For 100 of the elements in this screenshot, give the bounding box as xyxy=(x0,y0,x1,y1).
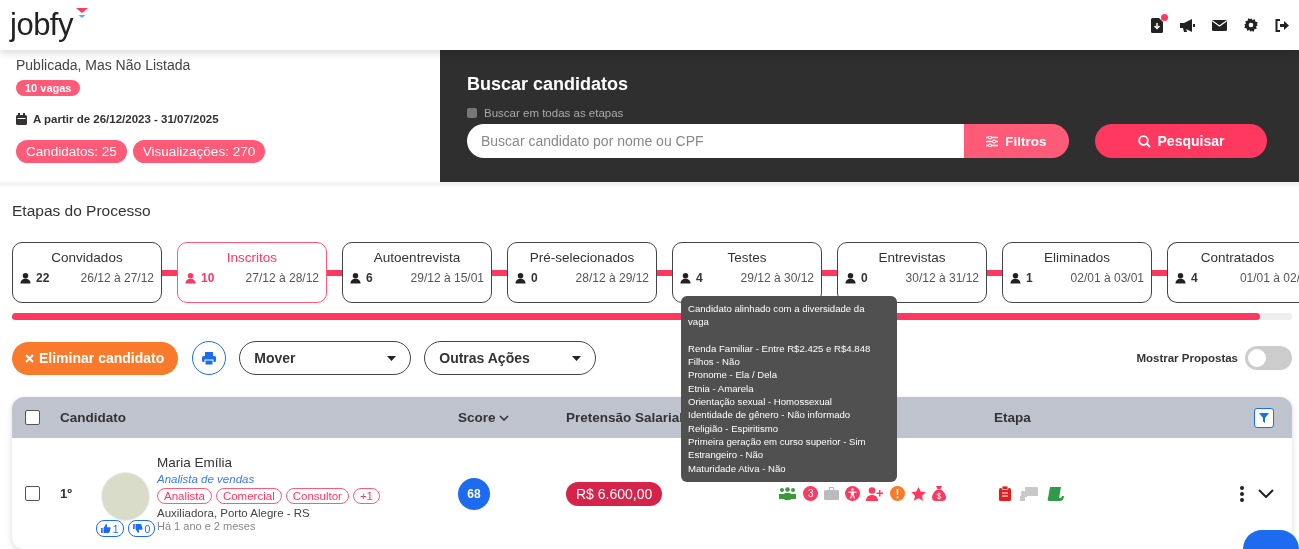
stage-dates: 26/12 à 27/12 xyxy=(80,271,154,285)
tooltip-line: Etnia - Amarela xyxy=(688,381,755,396)
stage-dates: 30/12 à 31/12 xyxy=(905,271,979,285)
stage-card[interactable]: Pré-selecionados 0 28/12 à 29/12 xyxy=(507,242,657,303)
like-button[interactable]: 1 xyxy=(95,520,124,537)
section-title: Etapas do Processo xyxy=(12,202,152,220)
search-icon xyxy=(1137,134,1151,148)
chevron-down-icon xyxy=(498,414,509,421)
score-badge: 68 xyxy=(458,477,490,510)
stage-count: 10 xyxy=(201,271,215,285)
avatar xyxy=(101,472,150,521)
search-title: Buscar candidatos xyxy=(467,74,630,95)
stat-badge: Candidatos: 25 xyxy=(16,140,127,163)
column-header: Etapa xyxy=(994,410,1031,425)
stage-name: Entrevistas xyxy=(877,250,947,265)
stage-count: 4 xyxy=(696,271,703,285)
person-icon xyxy=(20,272,31,284)
search-button[interactable]: Pesquisar xyxy=(1095,124,1267,158)
chevron-down-icon[interactable] xyxy=(1258,489,1274,498)
caret-icon xyxy=(387,355,397,361)
caret-icon xyxy=(572,355,582,361)
openings-badge: 10 vagas xyxy=(16,80,81,96)
stage-dates: 29/12 à 15/01 xyxy=(410,271,484,285)
stage-card[interactable]: Inscritos 10 27/12 à 28/12 xyxy=(177,242,327,303)
scroll-icon[interactable] xyxy=(1047,486,1064,501)
thumbs-down-icon xyxy=(132,524,143,533)
filter-button[interactable] xyxy=(1254,407,1274,428)
filter-icon xyxy=(1259,412,1269,423)
stage-card[interactable]: Eliminados 1 02/01 à 03/01 xyxy=(1002,242,1152,303)
stage-name: Convidados xyxy=(50,250,124,265)
add-user-icon[interactable] xyxy=(866,486,885,501)
stage-count: 1 xyxy=(1026,271,1033,285)
stage-name: Eliminados xyxy=(1043,250,1111,265)
more-options-icon[interactable] xyxy=(1240,485,1244,502)
tooltip-line: Maturidade Ativa - Não xyxy=(688,461,787,475)
stage-dates: 28/12 à 29/12 xyxy=(575,271,649,285)
stage-count: 0 xyxy=(861,271,868,285)
checkbox-label: Buscar em todas as etapas xyxy=(484,107,624,119)
checkbox[interactable] xyxy=(25,410,40,425)
stage-dates: 02/01 à 03/01 xyxy=(1070,271,1144,285)
candidate-time: Há 1 ano e 2 meses xyxy=(157,520,257,532)
logo-text: jobfy xyxy=(10,7,73,43)
person-icon xyxy=(515,272,526,284)
period-text: A partir de 26/12/2023 - 31/07/2025 xyxy=(33,113,219,125)
printer-icon xyxy=(202,351,217,365)
download-file-icon[interactable] xyxy=(1151,17,1163,33)
accessibility-icon[interactable] xyxy=(845,486,861,501)
stage-card[interactable]: Convidados 22 26/12 à 27/12 xyxy=(12,242,162,303)
tooltip-line: Identidade de gênero - Não informado xyxy=(688,408,852,422)
checkbox[interactable] xyxy=(25,486,40,501)
stage-connector xyxy=(492,269,507,276)
checkbox[interactable] xyxy=(467,108,477,118)
star-icon[interactable] xyxy=(911,486,927,501)
column-header[interactable]: Score xyxy=(458,410,509,425)
stage-count: 6 xyxy=(366,271,373,285)
settings-icon[interactable] xyxy=(1244,18,1258,32)
stage-connector xyxy=(162,269,177,276)
sliders-icon xyxy=(986,135,999,147)
megaphone-icon[interactable] xyxy=(1180,18,1195,32)
envelope-icon[interactable] xyxy=(1212,19,1227,31)
column-header: Pretensão Salarial xyxy=(566,410,684,425)
stat-badge: Visualizações: 270 xyxy=(132,140,266,163)
tooltip-heading: Candidato alinhado com a diversidade da vaga xyxy=(688,302,866,329)
candidate-location: Auxiliadora, Porto Alegre - RS xyxy=(157,507,311,519)
person-icon xyxy=(680,272,691,284)
person-icon xyxy=(350,272,361,284)
job-status: Publicada, Mas Não Listada xyxy=(16,57,192,73)
stage-connector xyxy=(822,269,837,276)
stage-count: 4 xyxy=(1191,271,1198,285)
toggle-switch[interactable] xyxy=(1245,346,1292,370)
dislike-button[interactable]: 0 xyxy=(127,520,156,537)
print-button[interactable] xyxy=(192,341,227,375)
person-icon xyxy=(1010,272,1021,284)
move-dropdown[interactable]: Mover xyxy=(239,341,412,375)
person-icon xyxy=(185,272,196,284)
rank-text: 1º xyxy=(60,486,73,501)
stage-name: Pré-selecionados xyxy=(528,250,636,265)
money-bag-icon[interactable] xyxy=(932,486,947,501)
logo-mark-icon xyxy=(75,7,89,21)
clipboard-icon[interactable] xyxy=(999,486,1011,501)
stage-card[interactable]: Autoentrevista 6 29/12 à 15/01 xyxy=(342,242,492,303)
group-icon[interactable] xyxy=(778,487,798,500)
candidate-name[interactable]: Maria Emília xyxy=(157,455,381,470)
warning-icon[interactable] xyxy=(890,486,906,501)
candidate-role: Analista de vendas xyxy=(157,473,256,485)
stage-count: 0 xyxy=(531,271,538,285)
stage-name: Testes xyxy=(726,250,768,265)
alert-count-badge: 3 xyxy=(803,486,819,501)
stage-card[interactable]: Entrevistas 0 30/12 à 31/12 xyxy=(837,242,987,303)
stage-connector xyxy=(657,269,672,276)
tooltip-line: Primeira geração em curso superior - Sim xyxy=(688,434,867,449)
tooltip-line: Filhos - Não xyxy=(688,355,741,369)
actions-dropdown[interactable]: Outras Ações xyxy=(424,341,597,375)
floating-button[interactable] xyxy=(1243,530,1299,549)
stage-count: 22 xyxy=(36,271,50,285)
thumbs-up-icon xyxy=(100,524,111,533)
search-field[interactable]: Buscar candidato por nome ou CPF xyxy=(467,124,964,158)
tooltip-line: Renda Familiar - Entre R$2.425 e R$4.848 xyxy=(688,341,872,356)
logout-icon[interactable] xyxy=(1275,18,1289,32)
stage-name: Contratados xyxy=(1199,250,1276,265)
